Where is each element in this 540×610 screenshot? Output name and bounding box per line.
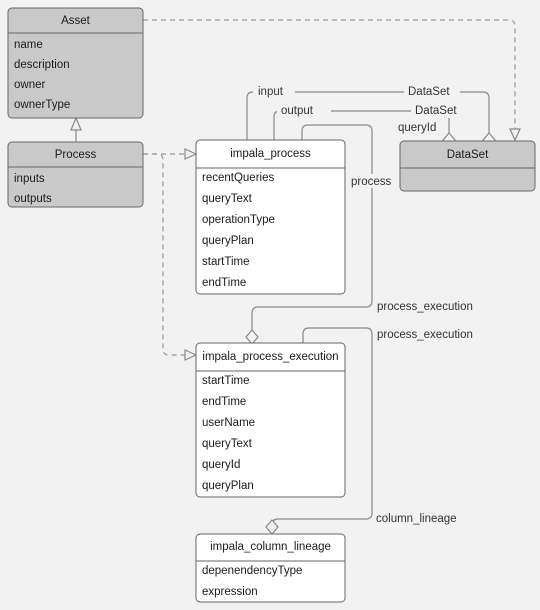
realization-arrow-impala-process-execution: [184, 349, 198, 361]
edge-label-query-id: queryId: [398, 122, 436, 134]
edge-label-input: input: [258, 86, 284, 98]
impala-process-execution-attribute: queryPlan: [202, 480, 254, 492]
class-box-asset[interactable]: Asset name description owner ownerType: [7, 7, 144, 119]
edge-label-process: process: [351, 176, 392, 188]
impala-process-execution-attribute: userName: [202, 417, 255, 429]
edge-label-dataset-input: DataSet: [408, 86, 450, 98]
impala-process-attribute: recentQueries: [202, 172, 274, 184]
asset-attribute: description: [14, 59, 70, 71]
edge-label-dataset-output: DataSet: [415, 105, 457, 117]
impala-process-execution-attribute: queryText: [202, 438, 253, 450]
edge-label-process-execution-2: process_execution: [377, 329, 473, 341]
process-attribute: outputs: [14, 193, 52, 205]
class-box-impala-process-execution[interactable]: impala_process_execution startTime endTi…: [195, 342, 346, 498]
generalization-arrow-dataset: [509, 128, 521, 142]
impala-process-attribute: queryText: [202, 193, 253, 205]
asset-attribute: owner: [14, 79, 45, 91]
generalization-arrow-asset: [70, 116, 82, 131]
link-process-impala-process-execution: [143, 153, 186, 356]
process-attribute: inputs: [14, 173, 45, 185]
impala-process-attribute: operationType: [202, 214, 275, 226]
impala-process-attribute: startTime: [202, 256, 250, 268]
impala-column-lineage-class-name: impala_column_lineage: [210, 541, 331, 553]
impala-process-execution-class-name: impala_process_execution: [202, 351, 338, 363]
impala-process-execution-attribute: startTime: [202, 375, 250, 387]
class-box-impala-column-lineage[interactable]: impala_column_lineage depenendencyType e…: [195, 533, 346, 603]
impala-process-attribute: queryPlan: [202, 235, 254, 247]
impala-process-execution-attribute: endTime: [202, 396, 246, 408]
edge-label-process-execution-1: process_execution: [377, 301, 473, 313]
class-box-impala-process[interactable]: impala_process recentQueries queryText o…: [195, 139, 346, 295]
uml-class-diagram: DataSet (aggregation diamond at DataSet)…: [0, 0, 540, 610]
class-box-dataset[interactable]: DataSet: [399, 140, 536, 192]
asset-class-name: Asset: [61, 15, 91, 27]
asset-attribute: ownerType: [14, 99, 70, 111]
realization-arrow-impala-process: [184, 148, 198, 160]
impala-column-lineage-attribute: expression: [202, 586, 258, 598]
edge-label-column-lineage: column_lineage: [376, 513, 457, 525]
dataset-class-name: DataSet: [447, 149, 489, 161]
edge-label-output: output: [281, 105, 314, 117]
asset-attribute: name: [14, 39, 43, 51]
class-box-process[interactable]: Process inputs outputs: [7, 141, 144, 208]
aggregation-diamond-column-lineage: [265, 519, 279, 535]
impala-process-execution-attribute: queryId: [202, 459, 240, 471]
impala-process-class-name: impala_process: [230, 148, 311, 160]
process-class-name: Process: [55, 149, 97, 161]
impala-process-attribute: endTime: [202, 277, 246, 289]
impala-column-lineage-attribute: depenendencyType: [202, 565, 302, 577]
aggregation-diamond-process-execution-1: [245, 329, 259, 345]
